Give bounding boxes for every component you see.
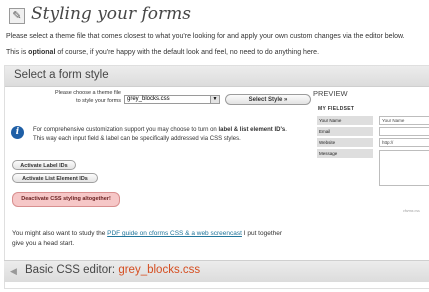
theme-label-line-1: Please choose a theme file — [54, 90, 121, 96]
optional-emphasis: optional — [28, 49, 56, 56]
preview-label-message: Message — [317, 149, 373, 158]
theme-select[interactable]: grey_blocks.css ▼ — [124, 95, 220, 104]
preview-label-website: Website — [317, 138, 373, 147]
pdf-guide-link[interactable]: PDF guide on cforms CSS & a web screenca… — [107, 230, 242, 237]
basic-css-editor-header[interactable]: ◀ Basic CSS editor: grey_blocks.css — [4, 260, 429, 282]
activate-list-ids-button[interactable]: Activate List Element IDs — [12, 173, 98, 183]
select-style-button[interactable]: Select Style » — [225, 94, 311, 105]
chevron-down-icon: ▼ — [210, 96, 219, 103]
study-text-line-1: You might also want to study the PDF gui… — [12, 230, 283, 237]
preview-label-email: Email — [317, 127, 373, 136]
editor-title: Basic CSS editor: grey_blocks.css — [25, 264, 201, 276]
preview-label-name: Your Name — [317, 116, 373, 125]
deactivate-css-button[interactable]: Deactivate CSS styling altogether! — [12, 192, 120, 207]
info-icon: i — [11, 126, 24, 139]
info-text-line-1: For comprehensive customization support … — [33, 127, 287, 133]
preview-input-email — [379, 127, 429, 136]
panel-header[interactable]: Select a form style — [5, 66, 429, 87]
preview-textarea-message — [379, 150, 429, 186]
panel-title: Select a form style — [14, 69, 109, 81]
theme-label-line-2: to style your forms — [76, 98, 121, 104]
study-text-line-2: give you a head start. — [12, 240, 75, 247]
page-icon: ✎ — [9, 8, 25, 24]
page-title: Styling your forms — [31, 4, 192, 24]
preview-input-name: Your Name — [379, 116, 429, 125]
intro-text-line-1: Please select a theme file that comes cl… — [6, 33, 405, 40]
preview-input-website: http:// — [379, 138, 429, 147]
intro-text-line-2: This is optional of course, if you're ha… — [6, 49, 320, 56]
info-text-line-2: This way each input field & label can be… — [33, 136, 241, 142]
theme-select-value: grey_blocks.css — [127, 96, 170, 102]
preview-fieldset-legend: MY FIELDSET — [318, 106, 355, 112]
preview-label: PREVIEW — [313, 89, 348, 98]
preview-credit: cforms css — [403, 209, 420, 213]
editor-file-name: grey_blocks.css — [118, 264, 201, 276]
collapse-arrow-icon: ◀ — [10, 266, 17, 276]
activate-label-ids-button[interactable]: Activate Label IDs — [12, 160, 76, 170]
